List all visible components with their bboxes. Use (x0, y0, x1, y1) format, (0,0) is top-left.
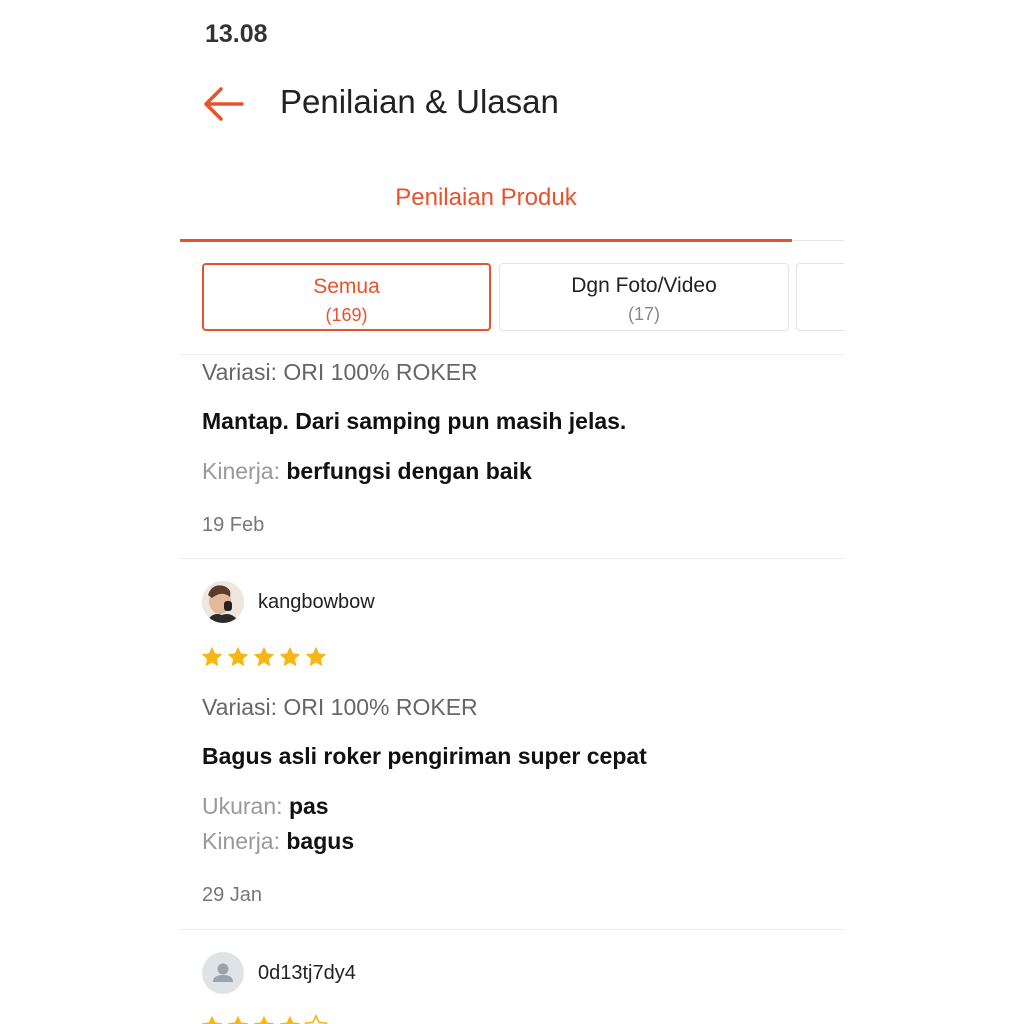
review-attribute: Kinerja: berfungsi dengan baik (202, 458, 532, 485)
attribute-value: pas (288, 793, 329, 819)
review-date: 29 Jan (202, 884, 263, 906)
filter-label: Dgn Foto/Video (571, 274, 717, 297)
divider (180, 354, 844, 355)
star-rating (200, 1014, 328, 1024)
tab-underline (180, 239, 792, 242)
divider (180, 558, 844, 559)
filter-chip-semua[interactable]: Semua (169) (202, 263, 491, 331)
attribute-value: berfungsi dengan baik (286, 458, 532, 484)
review-variant: Variasi: ORI 100% ROKER (202, 694, 478, 720)
phone-screen: 13.08 Penilaian & Ulasan Penilaian Produ… (180, 0, 844, 1024)
star-icon (201, 1015, 223, 1024)
review-comment: Mantap. Dari samping pun masih jelas. (202, 408, 627, 434)
avatar-photo (202, 581, 244, 623)
user-icon (213, 963, 233, 982)
filter-chip-foto-video[interactable]: Dgn Foto/Video (17) (499, 263, 789, 331)
page-title: Penilaian & Ulasan (280, 83, 559, 120)
review-attribute: Kinerja: bagus (202, 828, 354, 855)
review-comment: Bagus asli roker pengiriman super cepat (202, 743, 647, 769)
divider (180, 929, 844, 930)
avatar[interactable] (202, 581, 244, 623)
back-button[interactable] (200, 80, 248, 128)
star-empty-icon (304, 1014, 328, 1024)
attribute-key: Kinerja: (202, 828, 280, 854)
tab-label: Penilaian Produk (395, 184, 577, 211)
avatar[interactable] (202, 952, 244, 994)
tab-penilaian-produk[interactable]: Penilaian Produk (180, 170, 792, 242)
star-icon (227, 646, 249, 667)
star-rating (200, 645, 328, 669)
tab-bar-border (792, 240, 844, 241)
arrow-left-icon (204, 87, 244, 121)
filter-chip-next[interactable] (796, 263, 844, 331)
star-icon (279, 1015, 301, 1024)
attribute-key: Ukuran: (202, 793, 283, 819)
review-attribute: Ukuran: pas (202, 793, 329, 820)
attribute-key: Kinerja: (202, 458, 280, 484)
star-icon (201, 646, 223, 667)
filter-count: (169) (325, 305, 368, 325)
attribute-value: bagus (286, 828, 355, 854)
filter-count: (17) (627, 304, 660, 324)
star-icon (253, 646, 275, 667)
star-icon (305, 646, 327, 667)
star-icon (279, 646, 301, 667)
star-icon (253, 1015, 275, 1024)
filter-label: Semua (313, 275, 380, 298)
reviewer-username[interactable]: kangbowbow (258, 591, 375, 614)
star-icon (227, 1015, 249, 1024)
status-time: 13.08 (205, 20, 268, 48)
review-date: 19 Feb (202, 514, 265, 536)
review-variant: Variasi: ORI 100% ROKER (202, 359, 478, 385)
reviewer-username[interactable]: 0d13tj7dy4 (258, 962, 356, 985)
